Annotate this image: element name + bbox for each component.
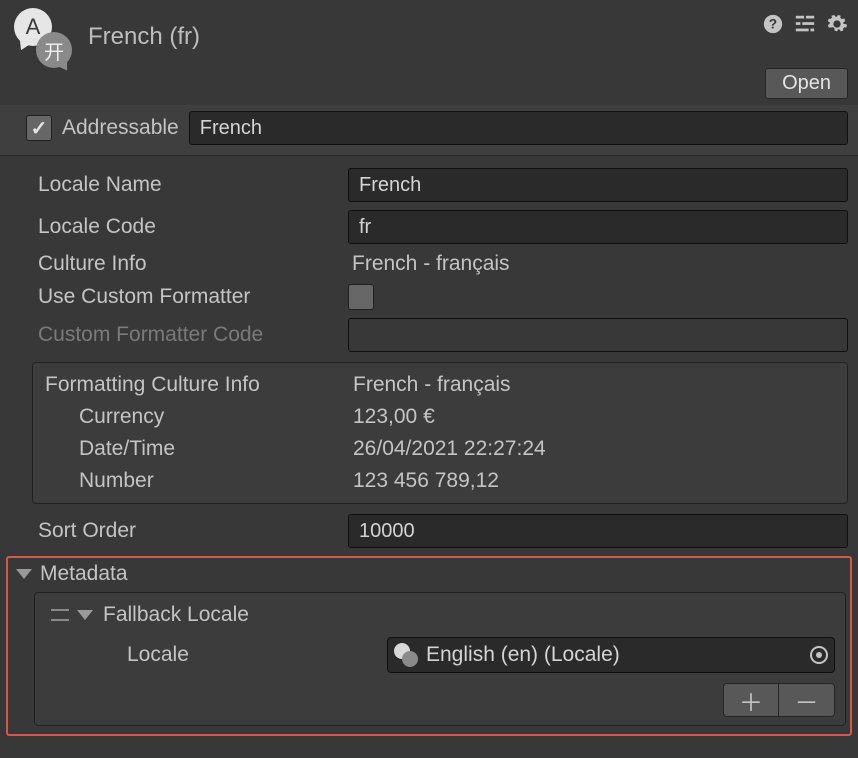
locale-name-input[interactable] [348,168,848,202]
formatting-culture-title: Formatting Culture Info [45,373,353,397]
preset-icon[interactable] [794,13,816,35]
addressable-name-input[interactable] [189,111,848,145]
object-picker-icon[interactable] [810,646,828,664]
addressable-checkbox[interactable] [26,115,52,141]
locale-icon [394,643,418,667]
locale-name-label: Locale Name [38,173,338,197]
culture-info-value: French - français [348,252,848,276]
bubble-b-icon: 开 [36,32,72,68]
culture-info-label: Culture Info [38,252,338,276]
number-label: Number [45,469,353,493]
page-title: French (fr) [88,21,762,51]
fallback-locale-value: English (en) (Locale) [426,643,802,667]
locale-code-label: Locale Code [38,215,338,239]
fallback-locale-foldout[interactable]: Fallback Locale [45,601,835,635]
sort-order-label: Sort Order [38,519,338,543]
custom-formatter-code-input [348,318,848,352]
locale-code-input[interactable] [348,210,848,244]
svg-text:?: ? [769,17,777,32]
number-value: 123 456 789,12 [353,469,839,493]
metadata-foldout[interactable]: Metadata [12,558,846,592]
locale-asset-icon: A 开 [14,8,70,64]
add-metadata-button[interactable]: ＋ [723,683,779,717]
metadata-highlight-box: Metadata Fallback Locale Locale English … [6,556,852,736]
drag-handle-icon[interactable] [51,609,69,621]
formatting-culture-value: French - français [353,373,839,397]
currency-value: 123,00 € [353,405,839,429]
datetime-value: 26/04/2021 22:27:24 [353,437,839,461]
gear-icon[interactable] [826,13,848,35]
custom-formatter-code-label: Custom Formatter Code [38,323,338,347]
currency-label: Currency [45,405,353,429]
chevron-down-icon [16,569,32,579]
open-button[interactable]: Open [765,68,848,99]
metadata-title: Metadata [40,562,128,586]
use-custom-formatter-label: Use Custom Formatter [38,285,338,309]
formatting-culture-panel: Formatting Culture Info French - françai… [32,362,848,504]
fallback-locale-label: Locale [127,643,387,667]
fallback-locale-field[interactable]: English (en) (Locale) [387,637,835,673]
sort-order-input[interactable] [348,514,848,548]
remove-metadata-button[interactable]: － [779,683,835,717]
help-icon[interactable]: ? [762,13,784,35]
fallback-locale-title: Fallback Locale [103,603,249,627]
datetime-label: Date/Time [45,437,353,461]
chevron-down-icon [77,610,93,620]
use-custom-formatter-checkbox[interactable] [348,284,374,310]
addressable-label: Addressable [62,116,179,140]
